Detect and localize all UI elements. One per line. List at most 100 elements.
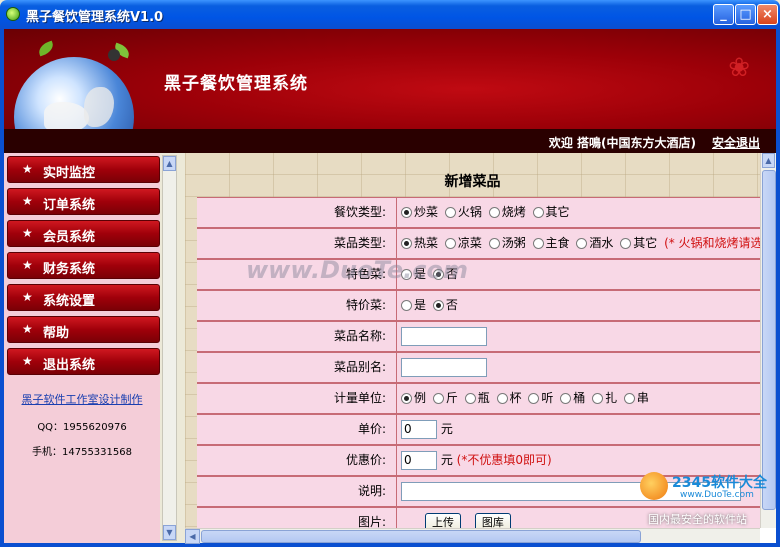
flower-icon: ❀ xyxy=(728,53,750,83)
row-meal-type: 餐饮类型: 炒菜 火锅 烧烤 其它 xyxy=(197,197,760,228)
price-field-wrap: 0 元 xyxy=(401,415,453,444)
app-title: 黑子餐饮管理系统 xyxy=(164,74,308,94)
frame-scrollbar[interactable]: ▲ ▼ xyxy=(162,155,177,541)
scroll-thumb[interactable] xyxy=(762,170,776,510)
logout-link[interactable]: 安全退出 xyxy=(712,134,760,151)
row-discount: 特价菜: 是 否 xyxy=(197,290,760,321)
radio-button[interactable] xyxy=(464,393,476,404)
member-price-unit: 元 xyxy=(440,453,453,467)
sidebar-item-monitor[interactable]: ★ 实时监控 xyxy=(7,156,160,183)
radio-button[interactable] xyxy=(496,393,508,404)
radio-button[interactable] xyxy=(532,238,544,249)
option-label: 炒菜 xyxy=(414,205,439,219)
radio-button[interactable] xyxy=(560,393,572,404)
qq-info: QQ：1955620976 xyxy=(37,422,127,433)
sidebar-item-exit[interactable]: ★ 退出系统 xyxy=(7,348,160,375)
option-label: 火锅 xyxy=(457,205,482,219)
sidebar: ★ 实时监控 ★ 订单系统 ★ 会员系统 ★ 财务系统 ★ 系统设置 ★ 帮助 … xyxy=(4,153,160,543)
horizontal-scrollbar[interactable]: ◀ xyxy=(185,528,760,544)
field-label: 餐饮类型: xyxy=(197,198,397,227)
option-label: 其它 xyxy=(545,205,570,219)
scroll-left-icon[interactable]: ◀ xyxy=(185,529,200,544)
radio-button[interactable] xyxy=(532,207,544,218)
sidebar-item-label: 退出系统 xyxy=(43,358,96,373)
sidebar-item-label: 系统设置 xyxy=(43,294,96,309)
option-label: 汤粥 xyxy=(501,236,526,250)
dish-alias-input[interactable] xyxy=(401,358,487,377)
sidebar-item-settings[interactable]: ★ 系统设置 xyxy=(7,284,160,311)
radio-button[interactable] xyxy=(592,393,604,404)
option-label: 是 xyxy=(414,298,427,312)
radio-button[interactable] xyxy=(488,207,500,218)
radio-button[interactable] xyxy=(401,393,412,404)
price-input[interactable]: 0 xyxy=(401,420,437,439)
option-label: 杯 xyxy=(509,391,522,405)
scroll-up-icon[interactable]: ▲ xyxy=(762,153,775,168)
dish-name-input[interactable] xyxy=(401,327,487,346)
radio-button[interactable] xyxy=(401,207,412,218)
star-icon: ★ xyxy=(22,290,33,304)
radio-button[interactable] xyxy=(444,238,456,249)
star-icon: ★ xyxy=(22,162,33,176)
upload-button[interactable]: 上传 xyxy=(425,512,461,528)
header-banner: 黑子餐饮管理系统 ❀ xyxy=(4,29,776,129)
radio-button[interactable] xyxy=(576,238,588,249)
radio-button[interactable] xyxy=(623,393,635,404)
radio-button[interactable] xyxy=(444,207,456,218)
watermark-text: www.DuoTe.com xyxy=(246,256,468,284)
field-label: 菜品别名: xyxy=(197,353,397,382)
sidebar-item-help[interactable]: ★ 帮助 xyxy=(7,316,160,343)
radio-button[interactable] xyxy=(401,238,412,249)
image-buttons: 上传 图库 xyxy=(425,508,511,528)
field-label: 优惠价: xyxy=(197,446,397,475)
name-field-wrap xyxy=(401,322,487,351)
option-label: 例 xyxy=(414,391,427,405)
radio-button[interactable] xyxy=(401,300,412,311)
radio-button[interactable] xyxy=(488,238,500,249)
discount-radios: 是 否 xyxy=(401,291,461,320)
radio-button[interactable] xyxy=(432,393,444,404)
option-label: 桶 xyxy=(573,391,586,405)
app-icon xyxy=(6,7,20,21)
sidebar-item-label: 帮助 xyxy=(43,326,70,341)
scroll-down-icon[interactable]: ▼ xyxy=(163,525,176,540)
star-icon: ★ xyxy=(22,322,33,336)
option-label: 主食 xyxy=(545,236,570,250)
option-label: 扎 xyxy=(605,391,618,405)
option-label: 否 xyxy=(445,298,458,312)
member-price-note: (*不优惠填0即可) xyxy=(456,453,552,467)
price-unit: 元 xyxy=(440,422,453,436)
radio-button[interactable] xyxy=(620,238,632,249)
sidebar-item-finance[interactable]: ★ 财务系统 xyxy=(7,252,160,279)
radio-button[interactable] xyxy=(432,300,444,311)
field-label: 说明: xyxy=(197,477,397,506)
field-label: 菜品名称: xyxy=(197,322,397,351)
maximize-button[interactable]: □ xyxy=(735,4,756,25)
star-icon: ★ xyxy=(22,194,33,208)
gallery-button[interactable]: 图库 xyxy=(474,512,511,528)
sidebar-item-orders[interactable]: ★ 订单系统 xyxy=(7,188,160,215)
scroll-thumb[interactable] xyxy=(201,530,641,543)
sidebar-item-members[interactable]: ★ 会员系统 xyxy=(7,220,160,247)
alias-field-wrap xyxy=(401,353,487,382)
star-icon: ★ xyxy=(22,354,33,368)
row-name: 菜品名称: xyxy=(197,321,760,352)
field-label: 计量单位: xyxy=(197,384,397,413)
title-bar: 黑子餐饮管理系统V1.0 _ □ × xyxy=(0,0,780,29)
member-price-input[interactable]: 0 xyxy=(401,451,437,470)
close-button[interactable]: × xyxy=(757,4,778,25)
meal-type-radios: 炒菜 火锅 烧烤 其它 xyxy=(401,198,573,227)
sidebar-item-label: 会员系统 xyxy=(43,230,96,245)
star-icon: ★ xyxy=(22,258,33,272)
unit-radios: 例 斤 瓶 杯 听 桶 扎 串 xyxy=(401,384,652,413)
welcome-bar: 欢迎 搭鳴(中国东方大酒店) 安全退出 xyxy=(4,129,776,153)
row-alias: 菜品别名: xyxy=(197,352,760,383)
sidebar-item-label: 订单系统 xyxy=(43,198,96,213)
scroll-up-icon[interactable]: ▲ xyxy=(163,156,176,171)
sidebar-item-label: 财务系统 xyxy=(43,262,96,277)
option-label: 其它 xyxy=(633,236,658,250)
credit-link[interactable]: 黑子软件工作室设计制作 xyxy=(4,391,160,407)
minimize-button[interactable]: _ xyxy=(713,4,734,25)
option-label: 听 xyxy=(541,391,554,405)
radio-button[interactable] xyxy=(528,393,540,404)
